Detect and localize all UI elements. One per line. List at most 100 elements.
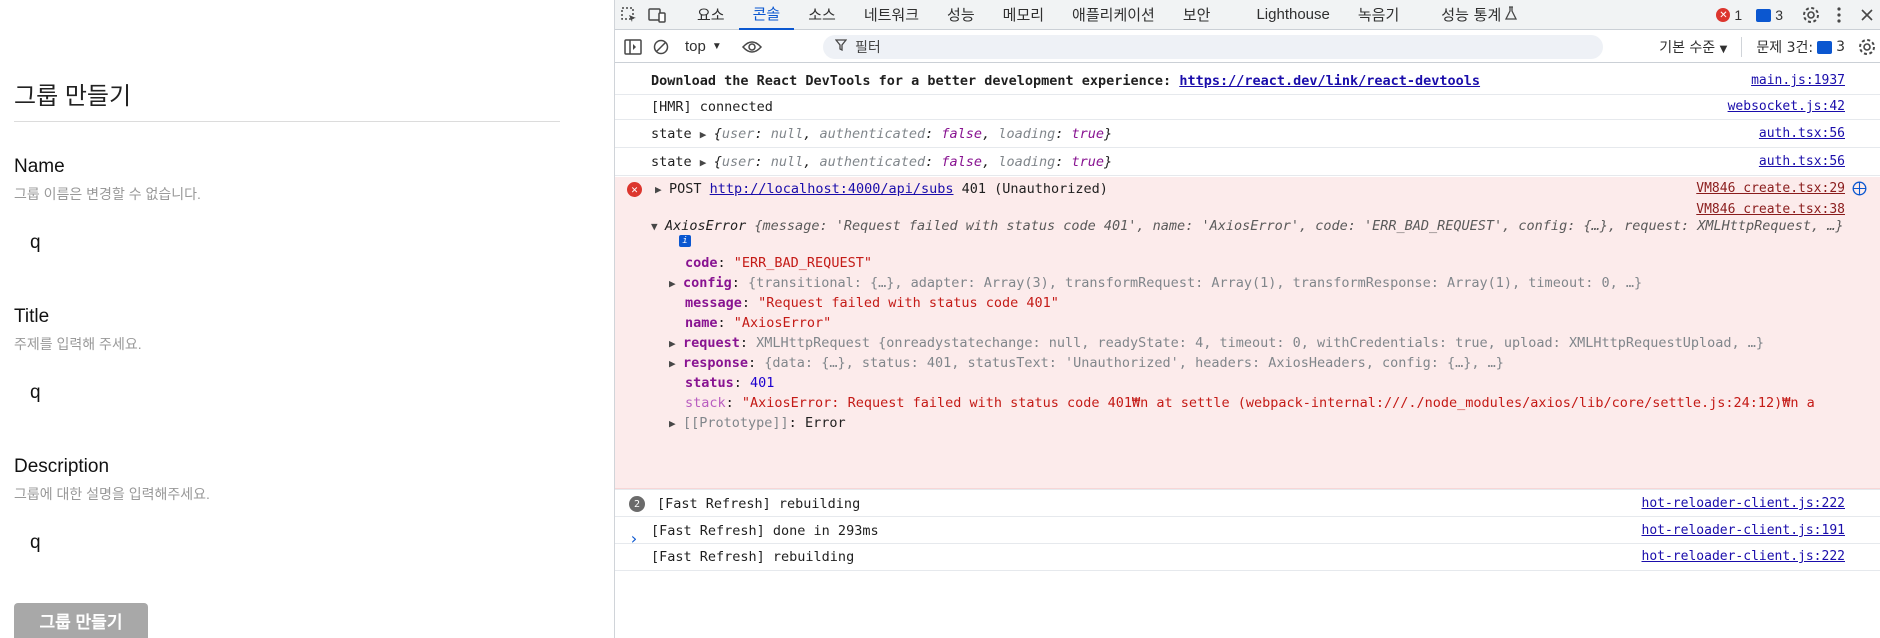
axios-error-head[interactable]: ▼ AxiosError {message: 'Request failed wi… [651,218,1844,234]
log-source-link[interactable]: auth.tsx:56 [1759,154,1845,169]
more-options-icon[interactable] [1825,0,1853,30]
state-object[interactable]: {user: null, authenticated: false, loadi… [714,126,1112,142]
obj-key: authenticated [819,154,926,170]
log-source-link[interactable]: auth.tsx:56 [1759,126,1845,141]
prop-row: code: "ERR_BAD_REQUEST" [685,255,872,271]
device-toolbar-icon[interactable] [643,0,671,30]
tab-network[interactable]: 네트워크 [850,0,933,30]
prop-value: "Request failed with status code 401" [758,295,1059,311]
prop-key: config [683,275,732,291]
obj-key: user [721,126,755,142]
tab-memory[interactable]: 메모리 [989,0,1058,30]
tab-security[interactable]: 보안 [1169,0,1225,30]
log-source-link[interactable]: VM846 create.tsx:38 [1696,202,1845,217]
title-label: Title [14,306,50,327]
log-row: state ▶ {user: null, authenticated: false… [615,120,1880,148]
tab-sources[interactable]: 소스 [794,0,850,30]
log-row: [Fast Refresh] done in 293ms hot-reloade… [615,517,1880,544]
obj-value: true [1071,154,1105,170]
tab-application[interactable]: 애플리케이션 [1058,0,1169,30]
description-input[interactable] [14,520,560,566]
tab-performance-insights[interactable]: 성능 통계 [1427,0,1531,30]
state-object[interactable]: {user: null, authenticated: false, loadi… [714,154,1112,170]
expand-triangle-icon[interactable]: ▶ [655,183,669,196]
expand-triangle-icon[interactable]: ▶ [700,156,714,169]
sidebar-toggle-icon[interactable] [619,32,647,62]
tab-console[interactable]: 콘솔 [738,0,795,30]
issues-count: 3 [1836,39,1845,55]
prop-row[interactable]: ▶ request: XMLHttpRequest {onreadystatech… [669,335,1764,351]
description-help: 그룹에 대한 설명을 입력해주세요. [14,486,210,502]
prop-row: status: 401 [685,375,775,391]
log-text: state ▶ {user: null, authenticated: false… [651,154,1112,170]
prop-row[interactable]: ▶ response: {data: {…}, status: 401, stat… [669,355,1504,371]
network-globe-icon[interactable] [1852,181,1867,200]
log-source-link[interactable]: hot-reloader-client.js:222 [1642,496,1846,511]
obj-key: loading [998,126,1056,142]
request-url-link[interactable]: http://localhost:4000/api/subs [710,181,954,197]
devtools-tabbar: 요소 콘솔 소스 네트워크 성능 메모리 애플리케이션 보안 Lighthous… [615,0,1880,30]
prop-row: name: "AxiosError" [685,315,832,331]
error-count-badge[interactable]: ✕ 1 [1716,7,1742,23]
message-count-badge[interactable]: 3 [1756,7,1783,23]
log-row: Download the React DevTools for a better… [615,70,1880,95]
context-select[interactable]: top ▼ [675,38,732,55]
title-input[interactable] [14,370,560,416]
expand-triangle-icon[interactable]: ▶ [669,357,683,370]
page-title: 그룹 만들기 [14,83,132,110]
filter-input[interactable]: 필터 [823,35,1603,59]
react-devtools-link[interactable]: https://react.dev/link/react-devtools [1179,73,1480,89]
axios-error-summary: {message: 'Request failed with status co… [754,218,1844,234]
prop-key: status [685,375,734,391]
log-row: [HMR] connected websocket.js:42 [615,95,1880,120]
clear-console-icon[interactable] [647,32,675,62]
expand-triangle-icon[interactable]: ▶ [669,277,683,290]
log-row: 2 [Fast Refresh] rebuilding hot-reloader… [615,489,1880,517]
prop-key: [[Prototype]] [683,415,789,431]
log-message: [Fast Refresh] done in 293ms [651,523,879,539]
prop-key: request [683,335,740,351]
filter-icon [834,39,848,55]
expand-triangle-icon[interactable]: ▶ [669,337,683,350]
create-group-button[interactable]: 그룹 만들기 [14,603,148,638]
log-source-link[interactable]: hot-reloader-client.js:222 [1642,549,1846,564]
issues-label: 문제 3건: [1756,40,1814,56]
collapse-triangle-icon[interactable]: ▼ [651,220,665,233]
issues-button[interactable]: 문제 3건: 3 [1741,37,1853,57]
close-devtools-icon[interactable] [1853,0,1880,30]
prop-key: response [683,355,749,371]
tab-recorder[interactable]: 녹음기 [1344,0,1413,30]
tab-performance[interactable]: 성능 [933,0,989,30]
log-level-select[interactable]: 기본 수준 ▼ [1659,37,1741,57]
prop-row[interactable]: ▶ [[Prototype]]: Error [669,415,846,431]
log-level-value: 기본 수준 [1659,40,1716,56]
console-prompt[interactable]: › [629,529,639,548]
info-icon[interactable]: i [679,235,691,247]
devtools-panel: 요소 콘솔 소스 네트워크 성능 메모리 애플리케이션 보안 Lighthous… [614,0,1880,638]
prop-key: stack [685,395,726,411]
expand-triangle-icon[interactable]: ▶ [700,128,714,141]
live-expression-eye-icon[interactable] [738,32,766,62]
obj-key: user [721,154,755,170]
description-label: Description [14,456,110,477]
error-icon: ✕ [1716,8,1731,22]
log-source-link[interactable]: hot-reloader-client.js:191 [1642,523,1846,538]
tab-lighthouse[interactable]: Lighthouse [1242,0,1343,30]
name-label: Name [14,156,65,177]
prop-key: code [685,255,718,271]
obj-key: loading [998,154,1056,170]
settings-gear-icon[interactable] [1797,0,1825,30]
console-settings-gear-icon[interactable] [1853,32,1880,62]
name-input[interactable] [14,220,560,266]
obj-key: authenticated [819,126,926,142]
console-output: Download the React DevTools for a better… [615,64,1880,638]
inspect-element-icon[interactable] [615,0,643,30]
log-source-link[interactable]: websocket.js:42 [1728,99,1845,114]
prop-value: "ERR_BAD_REQUEST" [733,255,872,271]
tab-elements[interactable]: 요소 [683,0,739,30]
log-source-link[interactable]: main.js:1937 [1751,73,1845,88]
prop-row[interactable]: ▶ config: {transitional: {…}, adapter: Ar… [669,275,1642,291]
log-source-link[interactable]: VM846 create.tsx:29 [1696,181,1845,196]
expand-triangle-icon[interactable]: ▶ [669,417,683,430]
devtools-tabbar-right: ✕ 1 3 [1716,0,1880,30]
